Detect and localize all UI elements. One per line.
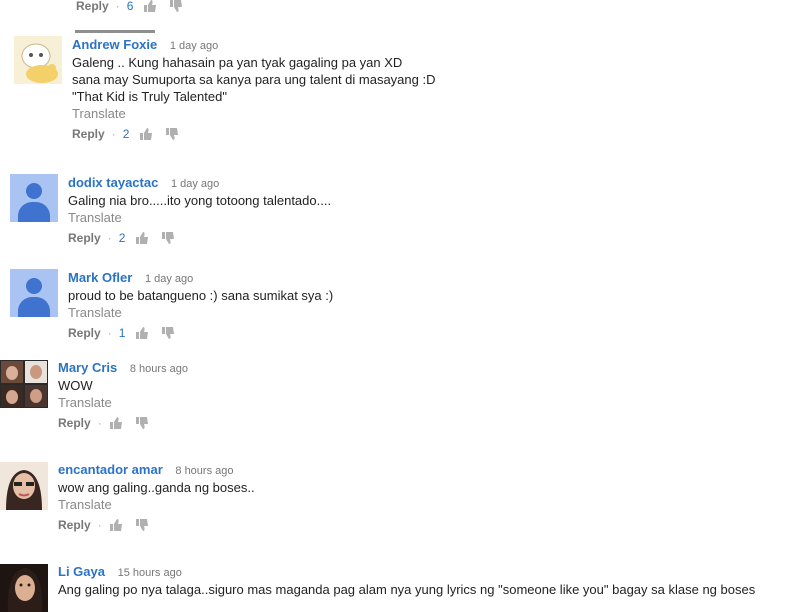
comment-actions: Reply · 2 bbox=[72, 123, 436, 145]
thumbs-up-icon[interactable] bbox=[109, 416, 123, 430]
timestamp[interactable]: 15 hours ago bbox=[118, 567, 182, 579]
thumbs-up-icon[interactable] bbox=[139, 127, 153, 141]
comment-partial-top: Reply · 6 bbox=[76, 0, 195, 17]
thumbs-down-icon[interactable] bbox=[135, 518, 149, 532]
avatar[interactable] bbox=[0, 564, 48, 612]
thumbs-up-icon[interactable] bbox=[135, 326, 149, 340]
comment-text-line: Galing nia bro.....ito yong totoong tale… bbox=[68, 193, 332, 208]
author-name[interactable]: encantador amar bbox=[58, 462, 163, 477]
cartoon-avatar-image bbox=[14, 36, 62, 84]
thumbs-down-icon[interactable] bbox=[135, 416, 149, 430]
translate-link[interactable]: Translate bbox=[72, 105, 436, 123]
reply-button[interactable]: Reply bbox=[58, 412, 91, 434]
comment-text-line: WOW bbox=[58, 378, 93, 393]
comment-text-line: proud to be batangueno :) sana sumikat s… bbox=[68, 288, 334, 303]
thumbs-up-icon[interactable] bbox=[135, 231, 149, 245]
comment-actions: Reply · bbox=[58, 412, 188, 434]
thumbs-down-icon[interactable] bbox=[161, 326, 175, 340]
photo-collage-image bbox=[0, 360, 48, 408]
separator-dot: · bbox=[97, 416, 102, 430]
comment-text-line: sana may Sumuporta sa kanya para ung tal… bbox=[72, 72, 436, 87]
timestamp[interactable]: 1 day ago bbox=[171, 178, 219, 190]
comment-text-line: Galeng .. Kung hahasain pa yan tyak gaga… bbox=[72, 55, 403, 70]
translate-link[interactable]: Translate bbox=[58, 496, 255, 514]
author-name[interactable]: Mary Cris bbox=[58, 360, 117, 375]
thumbs-up-icon[interactable] bbox=[109, 518, 123, 532]
comment-text-line: Ang galing po nya talaga..siguro mas mag… bbox=[58, 582, 756, 597]
avatar[interactable] bbox=[0, 360, 48, 408]
comment-text-line: "That Kid is Truly Talented" bbox=[72, 89, 227, 104]
comment-actions: Reply · 6 bbox=[76, 0, 195, 17]
separator-dot: · bbox=[107, 231, 112, 245]
like-count: 2 bbox=[118, 231, 126, 245]
avatar[interactable] bbox=[10, 174, 58, 222]
like-count: 1 bbox=[118, 326, 126, 340]
separator-dot: · bbox=[115, 0, 120, 13]
author-name[interactable]: Andrew Foxie bbox=[72, 37, 157, 52]
separator-dot: · bbox=[111, 127, 116, 141]
timestamp[interactable]: 8 hours ago bbox=[130, 363, 188, 375]
reply-button[interactable]: Reply bbox=[58, 514, 91, 536]
profile-photo-image bbox=[0, 462, 48, 510]
thumbs-up-icon[interactable] bbox=[143, 0, 157, 13]
author-name[interactable]: dodix tayactac bbox=[68, 175, 158, 190]
profile-photo-image bbox=[0, 564, 48, 612]
thumbs-down-icon[interactable] bbox=[169, 0, 183, 13]
timestamp[interactable]: 1 day ago bbox=[145, 273, 193, 285]
translate-link[interactable]: Translate bbox=[58, 394, 188, 412]
avatar[interactable] bbox=[14, 36, 62, 84]
timestamp[interactable]: 1 day ago bbox=[170, 40, 218, 52]
author-name[interactable]: Li Gaya bbox=[58, 564, 105, 579]
reply-button[interactable]: Reply bbox=[76, 0, 109, 17]
comment-text-line: wow ang galing..ganda ng boses.. bbox=[58, 480, 255, 495]
avatar[interactable] bbox=[0, 462, 48, 510]
like-count: 6 bbox=[126, 0, 134, 13]
like-count: 2 bbox=[122, 127, 130, 141]
reply-button[interactable]: Reply bbox=[68, 322, 101, 344]
translate-link[interactable]: Translate bbox=[68, 304, 333, 322]
comment-actions: Reply · 2 bbox=[68, 227, 331, 249]
separator-dot: · bbox=[97, 518, 102, 532]
timestamp[interactable]: 8 hours ago bbox=[175, 465, 233, 477]
reply-button[interactable]: Reply bbox=[72, 123, 105, 145]
translate-link[interactable]: Translate bbox=[68, 209, 331, 227]
reply-button[interactable]: Reply bbox=[68, 227, 101, 249]
avatar[interactable] bbox=[10, 269, 58, 317]
thumbs-down-icon[interactable] bbox=[161, 231, 175, 245]
cut-off-text-fragment bbox=[75, 29, 175, 33]
thumbs-down-icon[interactable] bbox=[165, 127, 179, 141]
default-avatar-icon bbox=[26, 183, 42, 199]
separator-dot: · bbox=[107, 326, 112, 340]
default-avatar-icon bbox=[26, 278, 42, 294]
comment-actions: Reply · 1 bbox=[68, 322, 333, 344]
author-name[interactable]: Mark Ofler bbox=[68, 270, 132, 285]
comment-actions: Reply · bbox=[58, 514, 255, 536]
